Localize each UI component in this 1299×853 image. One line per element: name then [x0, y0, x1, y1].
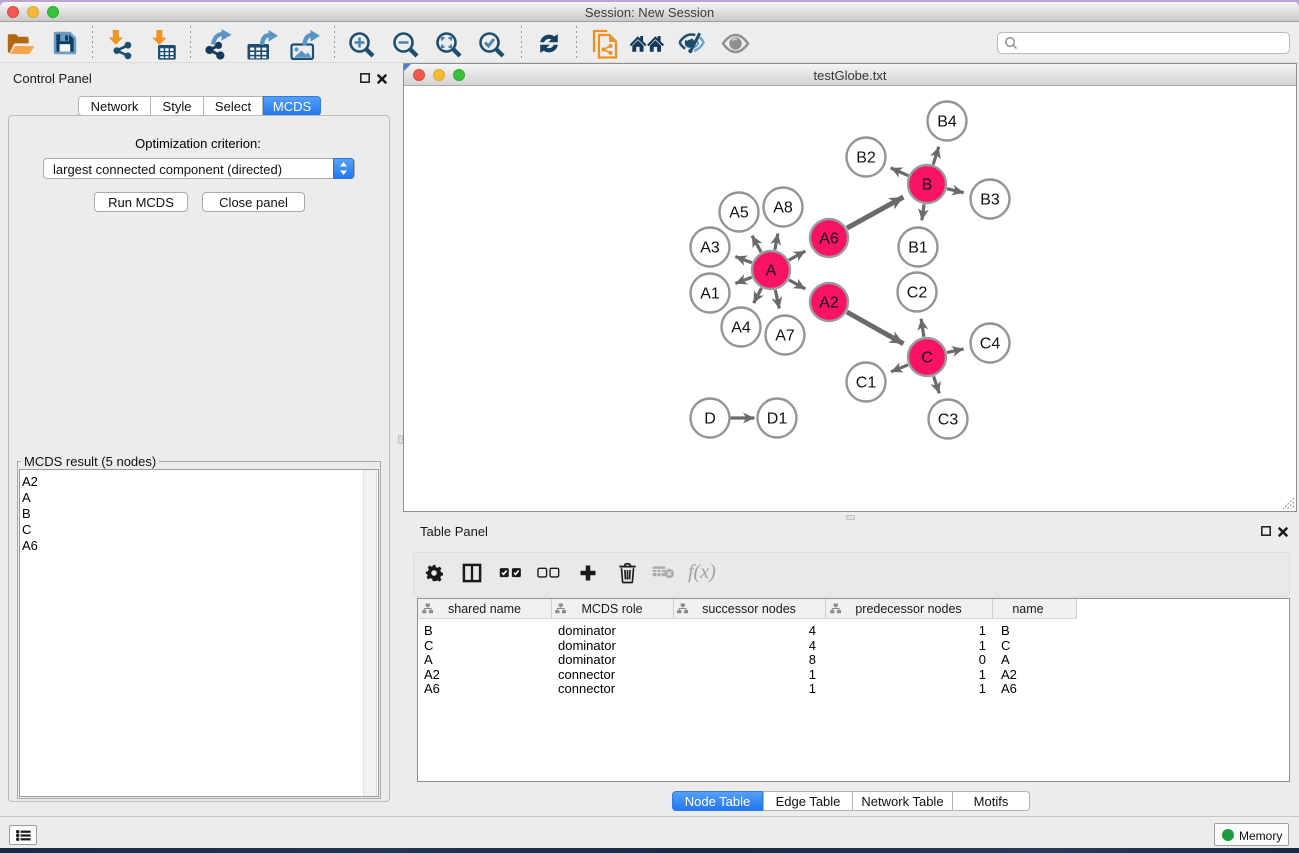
svg-text:A5: A5: [729, 205, 749, 222]
svg-text:A6: A6: [819, 231, 839, 248]
svg-text:C2: C2: [907, 285, 928, 302]
svg-text:A3: A3: [700, 240, 720, 257]
svg-text:B4: B4: [937, 114, 957, 131]
svg-text:A8: A8: [773, 200, 793, 217]
svg-text:A7: A7: [775, 328, 795, 345]
svg-text:A4: A4: [731, 320, 751, 337]
svg-text:B1: B1: [908, 240, 928, 257]
svg-text:A: A: [766, 263, 777, 280]
svg-text:D: D: [704, 411, 716, 428]
svg-text:C: C: [921, 350, 933, 367]
svg-text:C1: C1: [856, 375, 877, 392]
svg-text:D1: D1: [767, 411, 788, 428]
svg-text:B: B: [922, 177, 933, 194]
svg-text:A2: A2: [819, 295, 839, 312]
svg-text:A1: A1: [700, 286, 720, 303]
svg-text:C4: C4: [980, 336, 1001, 353]
svg-text:C3: C3: [938, 412, 959, 429]
svg-text:B2: B2: [856, 150, 876, 167]
svg-text:B3: B3: [980, 192, 1000, 209]
